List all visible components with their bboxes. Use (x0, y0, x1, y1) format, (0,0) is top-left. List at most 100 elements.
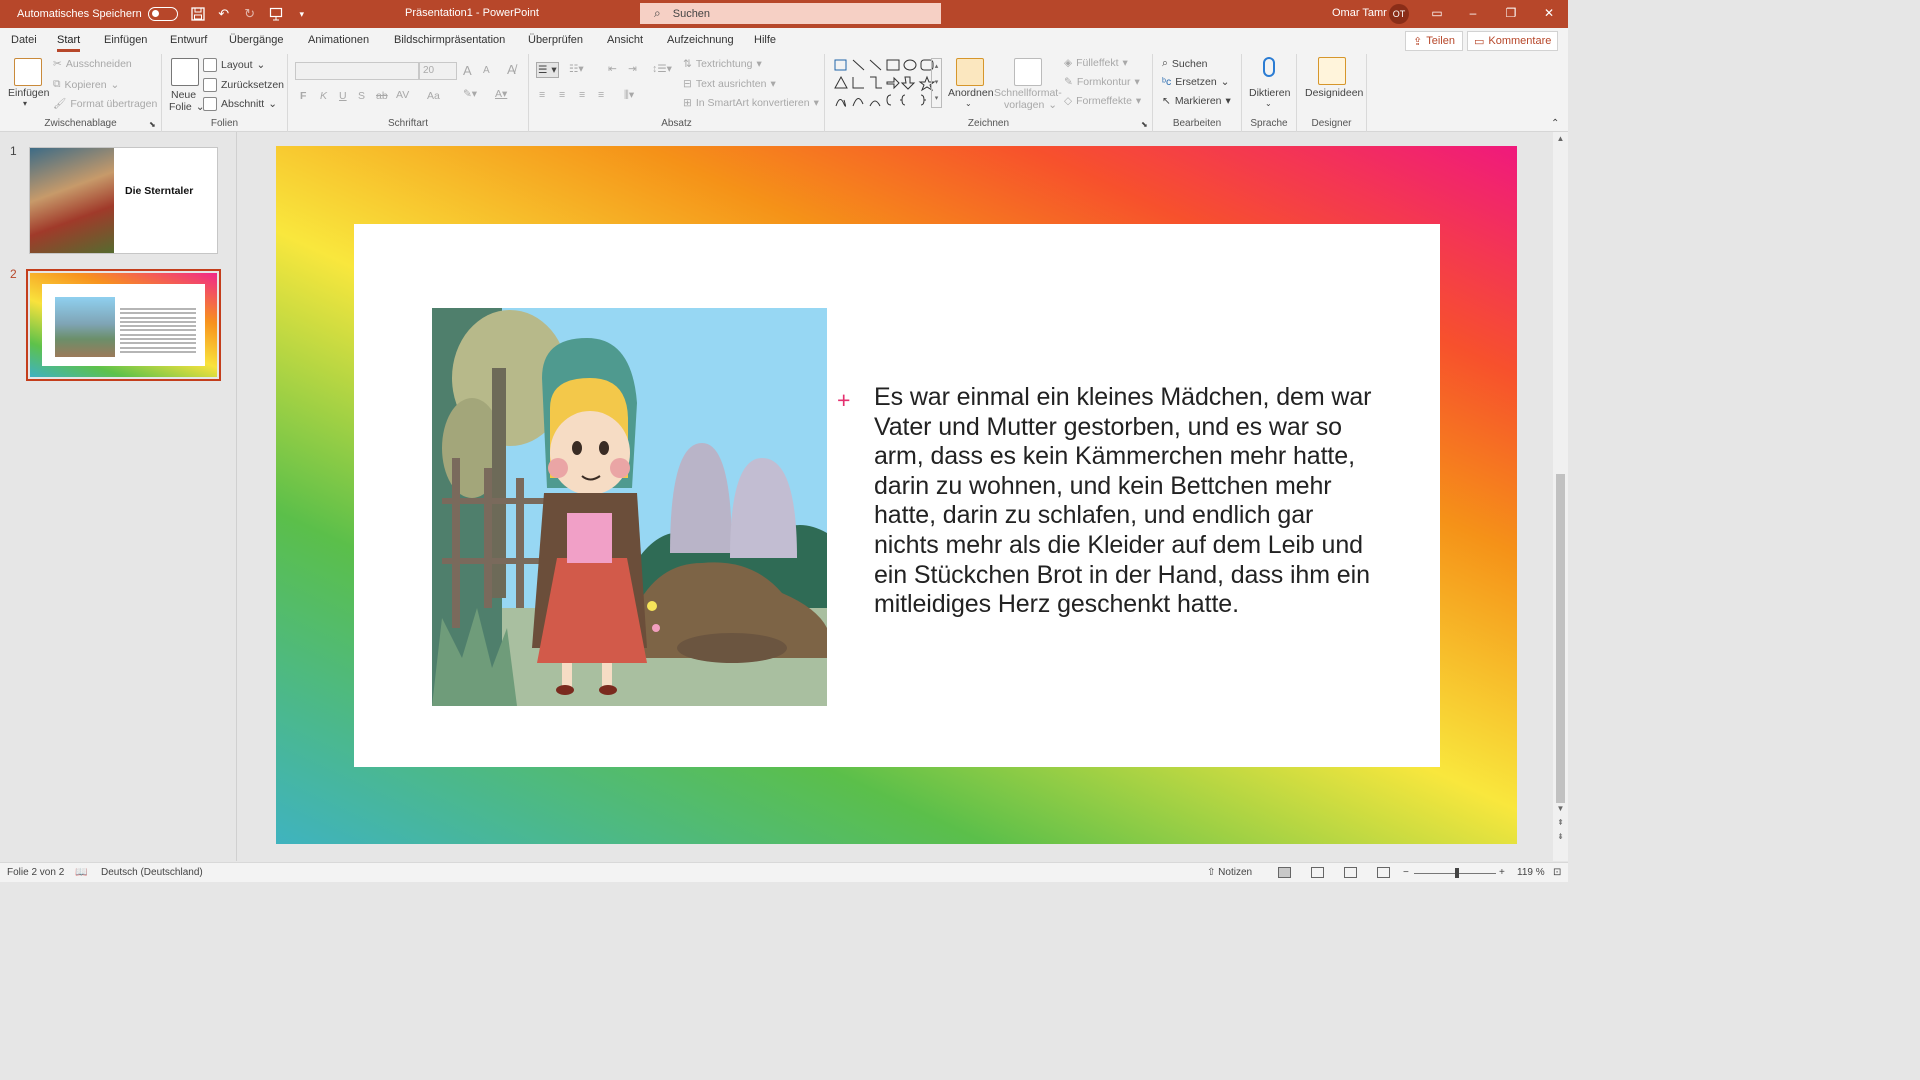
justify-icon[interactable]: ≡ (598, 89, 604, 101)
grow-font-button[interactable]: A (463, 63, 472, 78)
slideshow-view-icon[interactable] (1377, 867, 1390, 878)
underline-button[interactable]: U (339, 90, 347, 102)
select-button[interactable]: ↖ Markieren ▾ (1162, 95, 1231, 107)
character-spacing-button[interactable]: AV (396, 89, 409, 101)
new-slide-icon[interactable] (171, 58, 199, 86)
shapes-gallery-scroll[interactable]: ▴ ▾ ▾ (931, 58, 942, 108)
autosave-toggle-group[interactable]: Automatisches Speichern (17, 7, 178, 21)
scrollbar-thumb[interactable] (1556, 474, 1565, 803)
avatar[interactable]: OT (1389, 4, 1409, 24)
copy-button[interactable]: ⧉ Kopieren ⌄ (53, 78, 119, 91)
quick-styles-label-1[interactable]: Schnellformat- (994, 87, 1062, 99)
columns-icon[interactable]: ⫼▾ (624, 89, 634, 102)
user-name[interactable]: Omar Tamr (1332, 7, 1387, 19)
tab-animationen[interactable]: Animationen (308, 34, 369, 46)
align-right-icon[interactable]: ≡ (579, 89, 585, 101)
shape-effects-button[interactable]: ◇ Formeffekte ▾ (1064, 95, 1141, 107)
dictate-dropdown-icon[interactable]: ⌄ (1265, 99, 1272, 108)
tab-start[interactable]: Start (57, 34, 81, 52)
shape-fill-button[interactable]: ◈ Fülleffekt ▾ (1064, 57, 1128, 69)
language-indicator[interactable]: Deutsch (Deutschland) (101, 867, 203, 878)
font-name-combo[interactable] (295, 62, 419, 80)
shadow-button[interactable]: S (358, 90, 365, 102)
shapes-gallery[interactable] (833, 58, 937, 108)
strikethrough-button[interactable]: ab (376, 90, 388, 102)
clear-formatting-icon[interactable]: A̸ (507, 62, 516, 77)
notes-button[interactable]: ⇧ Notizen (1207, 867, 1252, 878)
layout-button[interactable]: Layout ⌄ (203, 58, 265, 72)
collapse-ribbon-icon[interactable]: ⌃ (1551, 118, 1559, 129)
dialog-launcher-icon[interactable]: ⬊ (1141, 120, 1148, 129)
bullets-button[interactable]: ☰ ▾ (536, 62, 559, 78)
tab-ueberpruefen[interactable]: Überprüfen (528, 34, 583, 46)
close-icon[interactable]: ✕ (1542, 6, 1556, 20)
arrange-icon[interactable] (956, 58, 984, 86)
replace-button[interactable]: ᵇc Ersetzen ⌄ (1162, 76, 1229, 88)
quick-styles-button[interactable]: vorlagen ⌄ (1004, 99, 1057, 111)
zoom-level[interactable]: 119 % (1517, 867, 1545, 878)
reading-view-icon[interactable] (1344, 867, 1357, 878)
design-ideas-icon[interactable] (1318, 57, 1346, 85)
paste-button[interactable]: Einfügen (8, 87, 49, 99)
tab-aufzeichnung[interactable]: Aufzeichnung (667, 34, 734, 46)
undo-icon[interactable]: ↶ (216, 6, 232, 22)
text-direction-button[interactable]: ⇅ Textrichtung ▾ (683, 58, 762, 70)
shrink-font-button[interactable]: A (483, 65, 490, 76)
new-slide-label-1[interactable]: Neue (171, 89, 196, 101)
scroll-up-icon[interactable]: ▲ (1555, 134, 1566, 143)
story-illustration[interactable] (432, 308, 827, 706)
zoom-out-button[interactable]: − (1403, 867, 1409, 878)
next-slide-icon[interactable]: ⇟ (1555, 832, 1566, 841)
zoom-slider-handle[interactable] (1455, 868, 1459, 878)
decrease-indent-icon[interactable]: ⇤ (608, 63, 617, 75)
tab-ansicht[interactable]: Ansicht (607, 34, 643, 46)
slide-thumbnail-1[interactable]: Die Sterntaler (29, 147, 218, 254)
increase-indent-icon[interactable]: ⇥ (628, 63, 637, 75)
slide-sorter-view-icon[interactable] (1311, 867, 1324, 878)
quick-styles-icon[interactable] (1014, 58, 1042, 86)
font-color-icon[interactable]: A▾ (495, 88, 507, 100)
zoom-in-button[interactable]: + (1499, 867, 1505, 878)
italic-button[interactable]: K (320, 90, 327, 102)
format-painter-button[interactable]: 🖌 Format übertragen (53, 97, 157, 111)
slide-canvas[interactable]: + Es war einmal ein kleines Mädchen, dem… (276, 146, 1517, 844)
arrange-button[interactable]: Anordnen (948, 87, 994, 99)
restore-icon[interactable]: ❐ (1504, 6, 1518, 20)
spell-check-icon[interactable]: 📖 (75, 867, 87, 878)
arrange-dropdown-icon[interactable]: ⌄ (965, 99, 972, 108)
align-left-icon[interactable]: ≡ (539, 89, 545, 101)
autosave-toggle[interactable] (147, 7, 178, 21)
tab-einfuegen[interactable]: Einfügen (104, 34, 147, 46)
tab-datei[interactable]: Datei (11, 34, 37, 46)
search-box[interactable]: ⌕ Suchen (640, 3, 941, 24)
scroll-down-icon[interactable]: ▼ (1555, 804, 1566, 813)
save-icon[interactable] (190, 6, 206, 22)
align-center-icon[interactable]: ≡ (559, 89, 565, 101)
shape-outline-button[interactable]: ✎ Formkontur ▾ (1064, 76, 1140, 88)
dictate-button[interactable]: Diktieren (1249, 87, 1290, 99)
slide-body-text[interactable]: Es war einmal ein kleines Mädchen, dem w… (874, 383, 1374, 620)
design-ideas-button[interactable]: Designideen (1305, 87, 1363, 99)
font-size-combo[interactable]: 20 (419, 62, 457, 80)
new-slide-button[interactable]: Folie ⌄ (169, 101, 205, 113)
line-spacing-icon[interactable]: ↕☰▾ (652, 63, 672, 75)
tab-entwurf[interactable]: Entwurf (170, 34, 207, 46)
change-case-button[interactable]: Aa (427, 90, 440, 102)
reset-button[interactable]: Zurücksetzen (203, 78, 284, 92)
find-button[interactable]: ⌕ Suchen (1162, 57, 1208, 70)
share-button[interactable]: ⇪ Teilen (1405, 31, 1463, 51)
normal-view-icon[interactable] (1278, 867, 1291, 878)
highlight-icon[interactable]: ✎▾ (463, 88, 477, 100)
tab-bildschirmpraesentation[interactable]: Bildschirmpräsentation (394, 34, 505, 46)
minimize-icon[interactable]: – (1466, 6, 1480, 20)
smartart-button[interactable]: ⊞ In SmartArt konvertieren ▾ (683, 97, 819, 109)
microphone-icon[interactable] (1263, 57, 1275, 77)
align-text-button[interactable]: ⊟ Text ausrichten ▾ (683, 78, 776, 90)
vertical-scrollbar[interactable]: ▲ ▼ ⇞ ⇟ (1553, 132, 1568, 861)
cut-button[interactable]: ✂ Ausschneiden (53, 58, 132, 70)
comments-button[interactable]: ▭ Kommentare (1467, 31, 1559, 51)
ribbon-display-options-icon[interactable]: ▭ (1430, 6, 1444, 20)
customize-qat-icon[interactable]: ▾ (294, 6, 310, 22)
paste-dropdown-icon[interactable]: ▾ (23, 99, 27, 108)
previous-slide-icon[interactable]: ⇞ (1555, 818, 1566, 827)
